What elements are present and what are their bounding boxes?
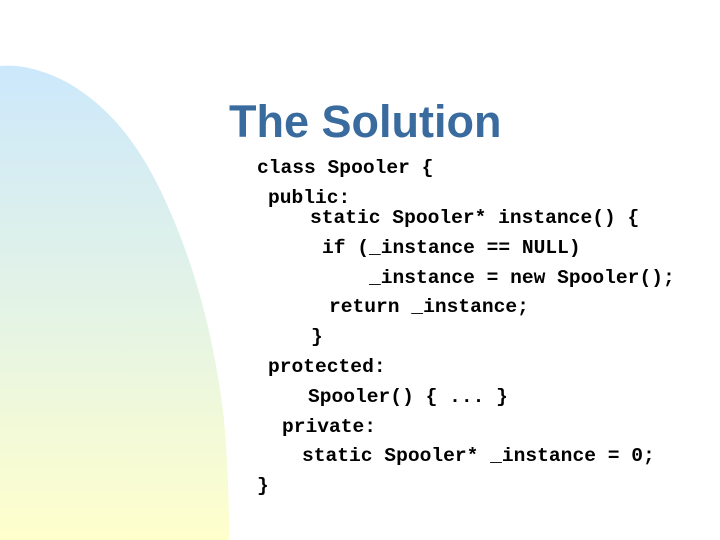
code-line: } xyxy=(311,326,323,348)
code-block: class Spooler { public: static Spooler* … xyxy=(0,0,720,540)
code-line: class Spooler { xyxy=(257,157,434,179)
code-line: return _instance; xyxy=(329,296,529,318)
slide: The Solution class Spooler { public: sta… xyxy=(0,0,720,540)
code-line: Spooler() { ... } xyxy=(308,386,508,408)
code-line: } xyxy=(257,475,269,497)
code-line: static Spooler* _instance = 0; xyxy=(302,445,655,467)
code-line: private: xyxy=(282,416,377,438)
code-line: _instance = new Spooler(); xyxy=(369,267,675,289)
code-line: if (_instance == NULL) xyxy=(322,237,581,259)
code-line: protected: xyxy=(268,356,386,378)
code-line: static Spooler* instance() { xyxy=(310,207,640,229)
